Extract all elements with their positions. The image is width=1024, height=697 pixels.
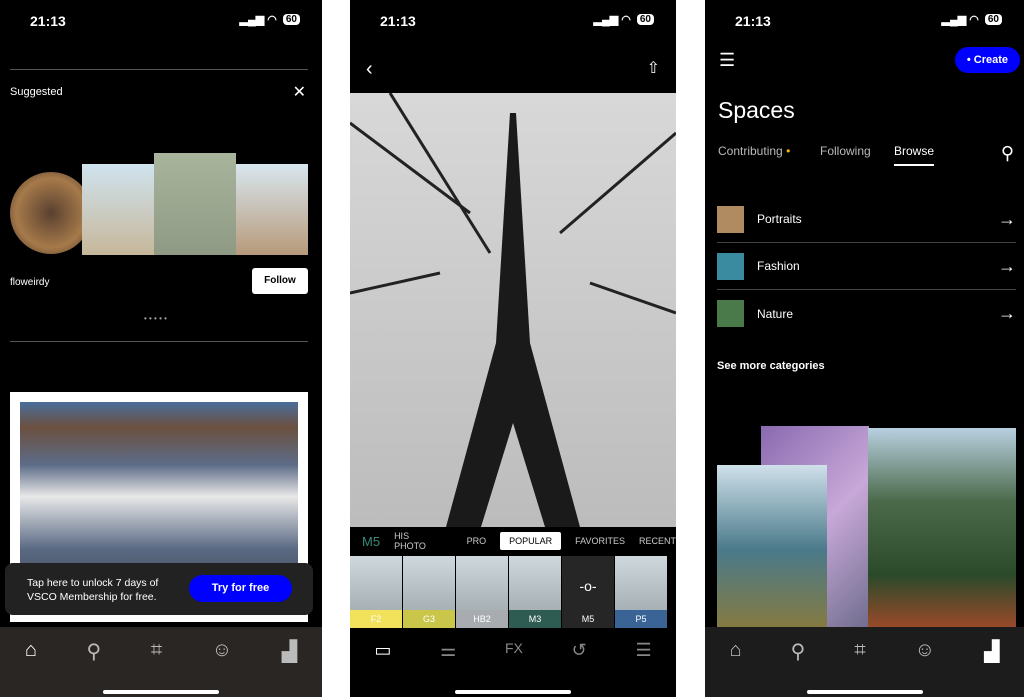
preset-label: P5 [615,610,667,628]
tool-bar: ▭ ⚌ FX ↺ ☰ [350,640,676,661]
suggested-photo[interactable] [82,164,154,255]
category-item-nature[interactable]: Nature → [717,290,1016,337]
preset-g3[interactable]: G3 [403,556,455,628]
search-icon[interactable]: ⚲ [87,639,102,697]
create-button[interactable]: • Create [954,47,1020,73]
history-icon[interactable]: ↺ [572,640,587,661]
phone-feed: 21:13 ▂▄▆ ◠ 60 Suggested ✕ floweirdy Foll… [0,0,322,697]
category-thumbnail [717,300,744,327]
preset-label: G3 [403,610,455,628]
share-icon[interactable]: ⇧ [647,58,660,78]
preset-strip: F2 G3 HB2 M3 -o- M5 P5 [350,556,667,628]
home-icon[interactable]: ⌂ [25,639,37,697]
see-more-link[interactable]: See more categories [717,360,825,372]
space-photo[interactable] [868,428,1016,638]
arrow-right-icon: → [998,208,1016,229]
category-thumbnail [717,252,744,280]
pager-dots: • • • • • [144,314,167,323]
category-tab[interactable]: PRO [467,536,487,546]
recipes-icon[interactable]: ☰ [635,640,651,661]
smiley-icon[interactable]: ☺ [915,639,935,697]
home-indicator [806,690,923,694]
avatar[interactable] [10,172,92,254]
divider [10,69,308,70]
preset-label: M5 [562,610,614,628]
space-photo[interactable] [717,465,827,635]
preset-label: M3 [509,610,561,628]
menu-icon[interactable]: ☰ [719,50,735,71]
category-thumbnail [717,205,744,233]
tab-contributing[interactable]: Contributing • [718,144,790,158]
username[interactable]: floweirdy [10,277,49,288]
presets-icon[interactable]: ▭ [374,640,391,661]
category-tab[interactable]: HIS PHOTO [394,531,443,551]
search-icon[interactable]: ⚲ [791,639,806,697]
status-bar: 21:13 ▂▄▆ ◠ 60 [0,0,322,38]
category-item-portraits[interactable]: Portraits → [717,196,1016,243]
preset-m3[interactable]: M3 [509,556,561,628]
search-icon[interactable]: ⚲ [1001,143,1014,164]
tab-browse[interactable]: Browse [894,144,935,166]
crop-icon[interactable]: ⌗ [854,639,865,697]
status-bar: 21:13 ▂▄▆ ◠ 60 [705,0,1024,38]
arrow-right-icon: → [998,303,1016,323]
category-tab[interactable]: FAVORITES [575,536,625,546]
promo-banner[interactable]: Tap here to unlock 7 days of VSCO Members… [5,563,313,615]
phone-editor: 21:13 ▂▄▆ ◠ 60 ‹ ⇧ M5 HIS PHOTO PRO POPUL… [350,0,676,697]
category-bar: M5 HIS PHOTO PRO POPULAR FAVORITES RECEN… [350,527,676,555]
fx-icon[interactable]: FX [505,640,523,661]
status-bar: 21:13 ▂▄▆ ◠ 60 [350,0,676,38]
home-indicator [455,690,571,694]
try-for-free-button[interactable]: Try for free [189,575,292,602]
current-filter: M5 [362,533,381,549]
smiley-icon[interactable]: ☺ [212,639,232,697]
category-list: Portraits → Fashion → Nature → [717,196,1016,337]
back-icon[interactable]: ‹ [366,58,373,81]
suggested-photo[interactable] [236,164,308,255]
tab-bar: ⌂ ⚲ ⌗ ☺ ▟ [705,627,1024,697]
category-label: Fashion [757,259,800,273]
eiffel-tower-photo [350,92,676,527]
preset-p5[interactable]: P5 [615,556,667,628]
spaces-icon[interactable]: ▟ [984,639,999,697]
divider [10,341,308,342]
photo-canvas[interactable] [350,92,676,527]
category-label: Nature [757,306,794,321]
preset-hb2[interactable]: HB2 [456,556,508,628]
phone-spaces: 21:13 ▂▄▆ ◠ 60 ☰ • Create Spaces Contribu… [705,0,1024,697]
home-icon[interactable]: ⌂ [730,639,742,697]
category-tab-active[interactable]: POPULAR [500,532,562,550]
tab-following[interactable]: Following [820,144,871,158]
category-item-fashion[interactable]: Fashion → [717,243,1016,290]
category-tab[interactable]: RECENT [639,536,676,546]
preset-label: F2 [350,610,402,628]
crop-icon[interactable]: ⌗ [151,639,162,697]
category-label: Portraits [757,212,802,226]
suggested-photo[interactable] [154,153,236,255]
home-indicator [103,690,219,694]
slider-icon[interactable]: -o- [562,578,614,594]
adjust-icon[interactable]: ⚌ [440,640,456,661]
spaces-icon[interactable]: ▟ [282,639,297,697]
preset-f2[interactable]: F2 [350,556,402,628]
tab-bar: ⌂ ⚲ ⌗ ☺ ▟ [0,627,322,697]
preset-label: HB2 [456,610,508,628]
follow-button[interactable]: Follow [252,268,308,294]
close-icon[interactable]: ✕ [293,82,306,102]
suggested-label: Suggested [10,86,63,98]
arrow-right-icon: → [998,255,1016,276]
preset-m5[interactable]: -o- M5 [562,556,614,628]
page-title: Spaces [718,97,795,123]
